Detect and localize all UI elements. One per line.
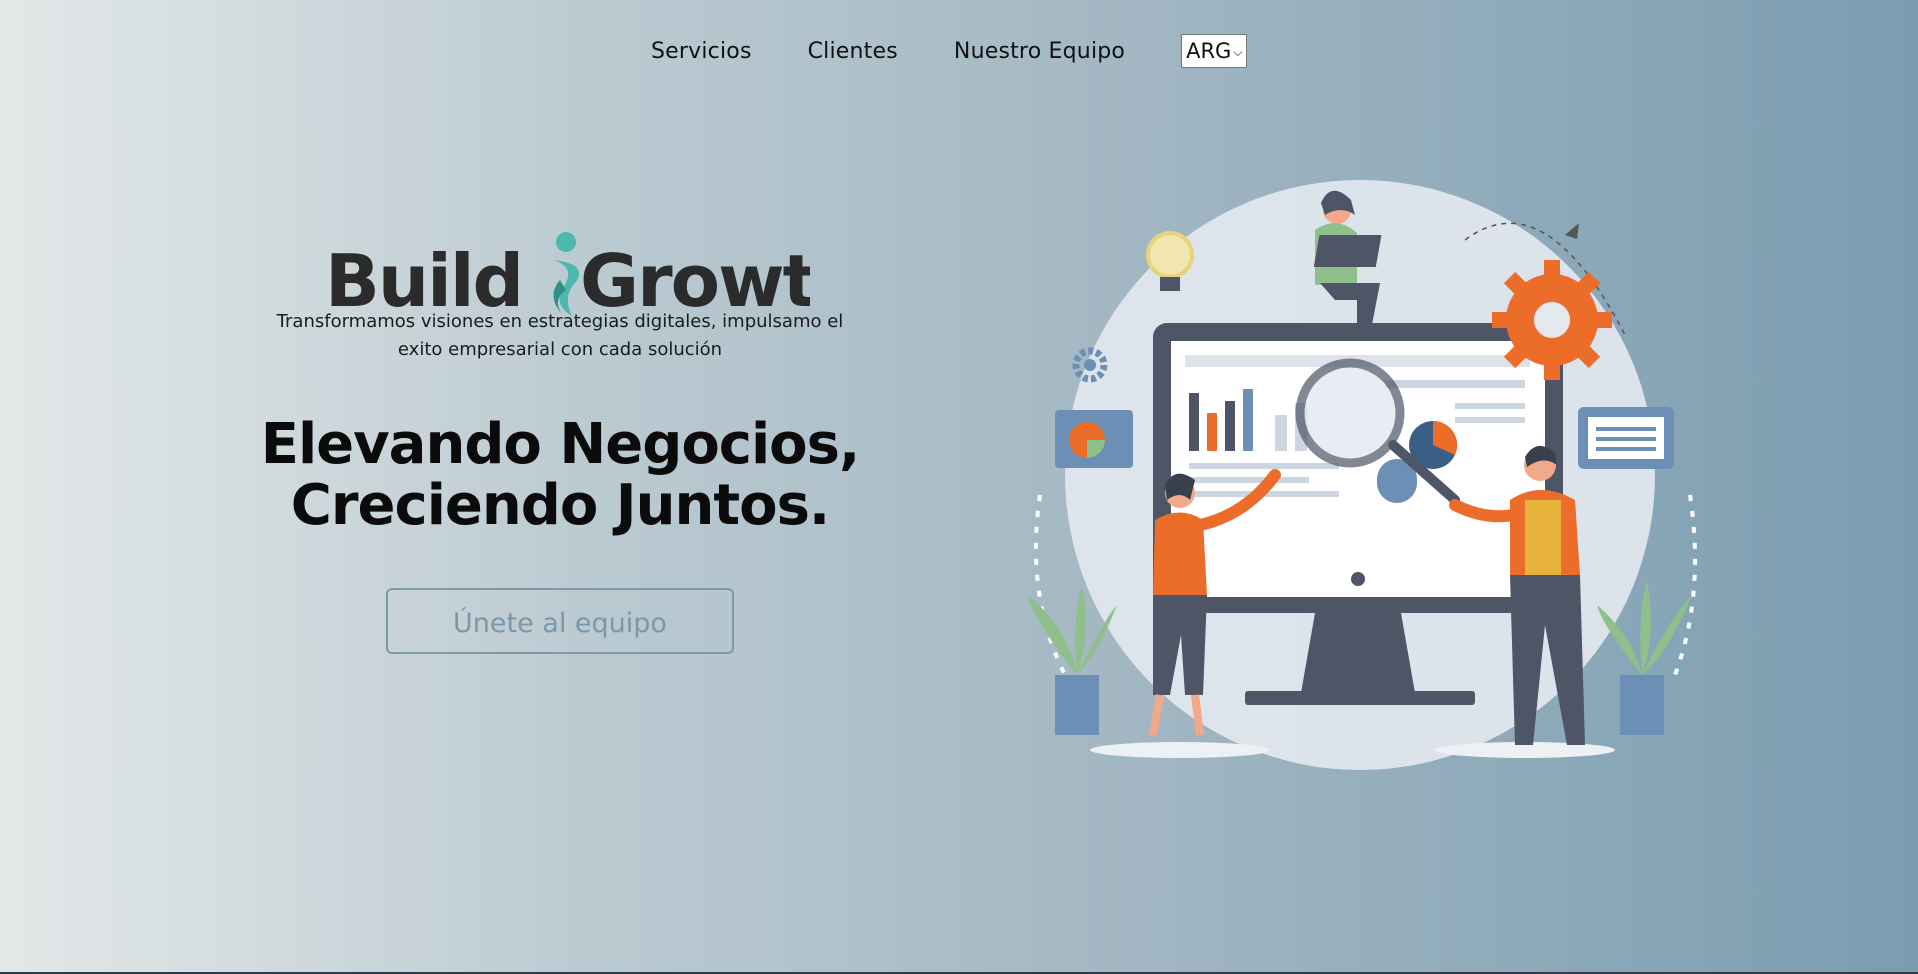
hero-section: Build Growth Transformamos visiones en e… [250,220,870,654]
language-select[interactable]: ARG ⌵ [1181,34,1248,68]
nav-link-servicios[interactable]: Servicios [651,39,752,64]
business-analytics-illustration [1027,180,1697,770]
headline-line-1: Elevando Negocios, [260,412,861,477]
hero-tagline: Transformamos visiones en estrategias di… [276,311,844,360]
join-team-button[interactable]: Únete al equipo [386,588,734,654]
nav-link-clientes[interactable]: Clientes [808,39,898,64]
top-nav: Servicios Clientes Nuestro Equipo ARG ⌵ [651,34,1248,68]
nav-link-nuestro-equipo[interactable]: Nuestro Equipo [954,39,1125,64]
chevron-down-icon: ⌵ [1233,44,1243,59]
language-select-value: ARG [1186,39,1232,63]
hero-headline: Elevando Negocios, Creciendo Juntos. [250,414,870,536]
buildgrowth-logo: Build Growth [325,232,810,320]
headline-line-2: Creciendo Juntos. [290,473,830,538]
